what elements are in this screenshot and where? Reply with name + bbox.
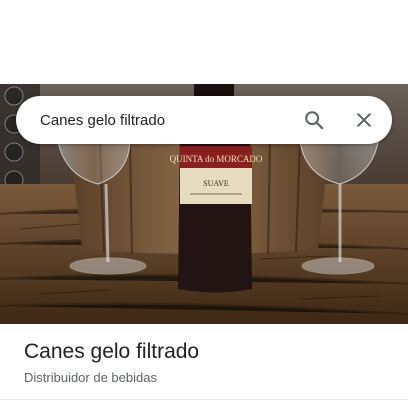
divider: [0, 399, 408, 400]
bottle-type-label: SUAVE: [203, 179, 229, 188]
bottle-brand-label: QUINTA do MORCADO: [170, 154, 263, 164]
search-button[interactable]: [298, 104, 330, 136]
search-icon: [305, 111, 324, 130]
place-title: Canes gelo filtrado: [24, 340, 200, 363]
clear-search-button[interactable]: [348, 104, 380, 136]
search-input[interactable]: [40, 106, 290, 134]
search-bar[interactable]: [16, 96, 392, 144]
place-category: Distribuidor de bebidas: [24, 370, 157, 385]
close-icon: [357, 113, 371, 127]
